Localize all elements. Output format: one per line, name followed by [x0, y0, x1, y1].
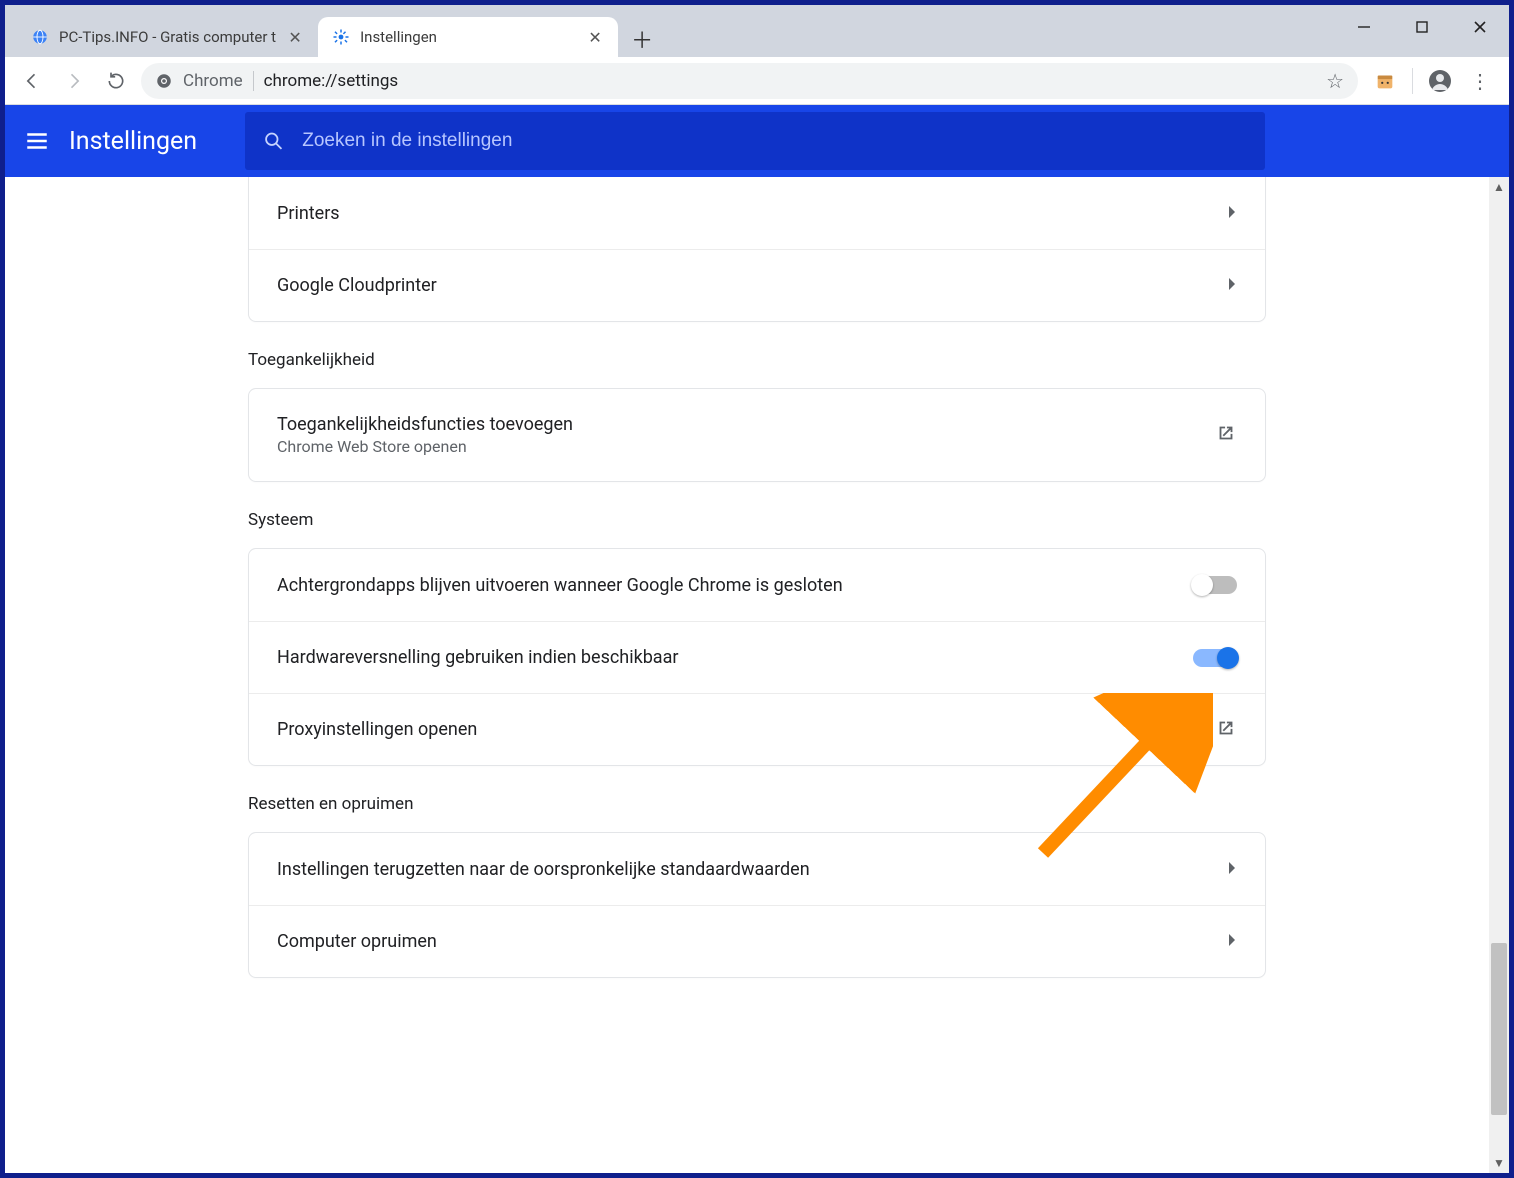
minimize-icon [1357, 20, 1371, 34]
settings-search-input[interactable] [302, 130, 1247, 152]
chevron-right-icon [1227, 932, 1237, 951]
settings-search[interactable] [245, 112, 1265, 170]
section-title-reset: Resetten en opruimen [248, 794, 1266, 814]
tab-title: PC-Tips.INFO - Gratis computer t [59, 28, 276, 46]
chevron-right-icon [1227, 204, 1237, 223]
chevron-right-icon [1227, 276, 1237, 295]
browser-tab-active[interactable]: Instellingen ✕ [318, 17, 618, 57]
browser-toolbar: Chrome chrome://settings ☆ ⋮ [5, 57, 1509, 105]
row-label: Hardwareversnelling gebruiken indien bes… [277, 647, 678, 668]
browser-tab-inactive[interactable]: PC-Tips.INFO - Gratis computer t ✕ [17, 17, 318, 57]
menu-button[interactable] [23, 127, 51, 155]
section-title-system: Systeem [248, 510, 1266, 530]
external-link-icon [1215, 717, 1237, 743]
extension-icon[interactable] [1372, 68, 1398, 94]
chevron-right-icon [1227, 860, 1237, 879]
globe-icon [31, 28, 49, 46]
arrow-left-icon [22, 71, 42, 91]
row-label: Proxyinstellingen openen [277, 719, 477, 740]
reload-icon [106, 71, 126, 91]
settings-row-printers[interactable]: Printers [249, 177, 1265, 249]
address-bar[interactable]: Chrome chrome://settings ☆ [141, 63, 1358, 99]
forward-button[interactable] [57, 64, 91, 98]
tab-title: Instellingen [360, 28, 576, 46]
row-label: Achtergrondapps blijven uitvoeren wannee… [277, 575, 843, 596]
close-icon [1473, 20, 1487, 34]
search-icon [263, 130, 284, 152]
row-label: Toegankelijkheidsfuncties toevoegen [277, 414, 573, 435]
hamburger-icon [24, 128, 50, 154]
settings-row-restore-defaults[interactable]: Instellingen terugzetten naar de oorspro… [249, 833, 1265, 905]
settings-row-add-accessibility[interactable]: Toegankelijkheidsfuncties toevoegen Chro… [249, 389, 1265, 481]
tab-close-button[interactable]: ✕ [586, 28, 604, 47]
row-label: Instellingen terugzetten naar de oorspro… [277, 859, 810, 880]
reload-button[interactable] [99, 64, 133, 98]
window-minimize-button[interactable] [1335, 5, 1393, 49]
address-url: chrome://settings [264, 71, 399, 91]
external-link-icon [1215, 422, 1237, 448]
settings-appbar: Instellingen [5, 105, 1509, 177]
row-label: Computer opruimen [277, 931, 437, 952]
settings-row-cloud-print[interactable]: Google Cloudprinter [249, 249, 1265, 321]
new-tab-button[interactable]: ＋ [624, 21, 660, 57]
scrollbar-track[interactable] [1489, 197, 1509, 1153]
window-close-button[interactable] [1451, 5, 1509, 49]
row-sublabel: Chrome Web Store openen [277, 437, 573, 456]
settings-row-clean-computer[interactable]: Computer opruimen [249, 905, 1265, 977]
settings-row-background-apps[interactable]: Achtergrondapps blijven uitvoeren wannee… [249, 549, 1265, 621]
section-title-accessibility: Toegankelijkheid [248, 350, 1266, 370]
kebab-menu-button[interactable]: ⋮ [1467, 68, 1493, 94]
scroll-up-button[interactable]: ▲ [1489, 177, 1509, 197]
settings-row-hardware-acceleration[interactable]: Hardwareversnelling gebruiken indien bes… [249, 621, 1265, 693]
appbar-title: Instellingen [69, 127, 197, 156]
scrollbar-thumb[interactable] [1491, 943, 1507, 1115]
back-button[interactable] [15, 64, 49, 98]
vertical-scrollbar[interactable]: ▲ ▼ [1489, 177, 1509, 1173]
toggle-background-apps[interactable] [1193, 576, 1237, 594]
maximize-icon [1415, 20, 1429, 34]
settings-row-proxy[interactable]: Proxyinstellingen openen [249, 693, 1265, 765]
gear-icon [332, 28, 350, 46]
profile-avatar-button[interactable] [1427, 68, 1453, 94]
row-label: Google Cloudprinter [277, 275, 437, 296]
arrow-right-icon [64, 71, 84, 91]
tab-close-button[interactable]: ✕ [286, 28, 304, 47]
browser-tabstrip: PC-Tips.INFO - Gratis computer t ✕ Inste… [5, 5, 1509, 57]
toggle-hardware-acceleration[interactable] [1193, 649, 1237, 667]
row-label: Printers [277, 203, 340, 224]
scroll-down-button[interactable]: ▼ [1489, 1153, 1509, 1173]
address-chip: Chrome [183, 71, 254, 91]
bookmark-star-icon[interactable]: ☆ [1326, 69, 1344, 93]
chrome-logo-icon [155, 72, 173, 90]
window-maximize-button[interactable] [1393, 5, 1451, 49]
